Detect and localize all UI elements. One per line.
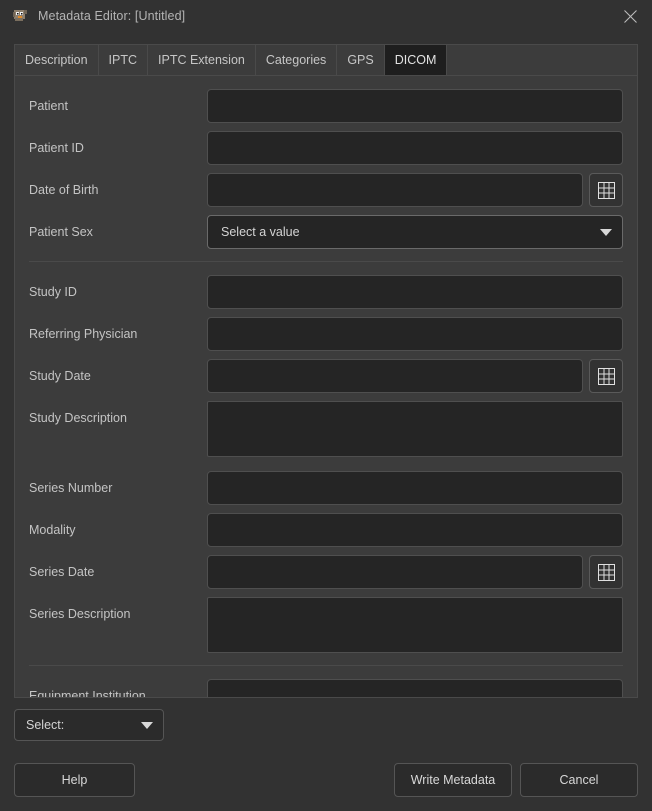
input-series-description[interactable] [207, 597, 623, 653]
field-row-modality: Modality [29, 513, 623, 547]
label-patient: Patient [29, 89, 207, 113]
dicom-panel: Patient Patient ID Date of Birth [14, 75, 638, 698]
chevron-down-icon-select [141, 722, 153, 729]
field-row-study-description: Study Description [29, 401, 623, 457]
field-row-patient: Patient [29, 89, 623, 123]
dropdown-patient-sex[interactable]: Select a value [207, 215, 623, 249]
input-patient-id[interactable] [207, 131, 623, 165]
control-referring-physician [207, 317, 623, 351]
field-row-date-of-birth: Date of Birth [29, 173, 623, 207]
label-series-number: Series Number [29, 471, 207, 495]
tab-bar[interactable]: Description IPTC IPTC Extension Categori… [14, 44, 638, 75]
calendar-icon-study-date[interactable] [589, 359, 623, 393]
label-series-description: Series Description [29, 597, 207, 621]
input-patient[interactable] [207, 89, 623, 123]
dropdown-select[interactable]: Select: [14, 709, 164, 741]
tab-dicom[interactable]: DICOM [385, 45, 448, 75]
write-metadata-button[interactable]: Write Metadata [394, 763, 512, 797]
group-separator-study [29, 665, 623, 666]
cancel-button[interactable]: Cancel [520, 763, 638, 797]
control-patient [207, 89, 623, 123]
input-modality[interactable] [207, 513, 623, 547]
control-study-description [207, 401, 623, 457]
label-referring-physician: Referring Physician [29, 317, 207, 341]
control-series-number [207, 471, 623, 505]
close-icon[interactable] [608, 0, 652, 32]
tab-description[interactable]: Description [15, 45, 99, 75]
label-date-of-birth: Date of Birth [29, 173, 207, 197]
control-date-of-birth [207, 173, 623, 207]
field-row-study-id: Study ID [29, 275, 623, 309]
calendar-icon-date-of-birth[interactable] [589, 173, 623, 207]
tab-iptc[interactable]: IPTC [99, 45, 148, 75]
input-date-of-birth[interactable] [207, 173, 583, 207]
label-modality: Modality [29, 513, 207, 537]
input-series-number[interactable] [207, 471, 623, 505]
input-study-date[interactable] [207, 359, 583, 393]
label-patient-id: Patient ID [29, 131, 207, 155]
field-row-equipment-institution: Equipment Institution [29, 679, 623, 698]
tab-filler [447, 45, 637, 75]
input-study-description[interactable] [207, 401, 623, 457]
wilber-icon [11, 7, 29, 25]
window-title: Metadata Editor: [Untitled] [38, 9, 185, 23]
input-equipment-institution[interactable] [207, 679, 623, 698]
input-series-date[interactable] [207, 555, 583, 589]
label-study-id: Study ID [29, 275, 207, 299]
label-equipment-institution: Equipment Institution [29, 679, 207, 698]
control-series-date [207, 555, 623, 589]
calendar-icon-series-date[interactable] [589, 555, 623, 589]
field-row-series-date: Series Date [29, 555, 623, 589]
tab-gps[interactable]: GPS [337, 45, 384, 75]
label-study-date: Study Date [29, 359, 207, 383]
control-modality [207, 513, 623, 547]
chevron-down-icon [600, 229, 612, 236]
field-row-patient-sex: Patient Sex Select a value [29, 215, 623, 249]
input-study-id[interactable] [207, 275, 623, 309]
control-study-date [207, 359, 623, 393]
field-row-patient-id: Patient ID [29, 131, 623, 165]
dialog-footer: Select: Help Write Metadata Cancel [0, 698, 652, 811]
help-button[interactable]: Help [14, 763, 135, 797]
control-patient-sex: Select a value [207, 215, 623, 249]
control-equipment-institution [207, 679, 623, 698]
dicom-form: Patient Patient ID Date of Birth [15, 76, 637, 698]
field-row-series-description: Series Description [29, 597, 623, 653]
label-patient-sex: Patient Sex [29, 215, 207, 239]
control-patient-id [207, 131, 623, 165]
label-study-description: Study Description [29, 401, 207, 425]
tab-categories[interactable]: Categories [256, 45, 337, 75]
group-separator-patient [29, 261, 623, 262]
field-row-study-date: Study Date [29, 359, 623, 393]
dropdown-select-value: Select: [26, 718, 141, 732]
title-bar: Metadata Editor: [Untitled] [0, 0, 652, 32]
control-study-id [207, 275, 623, 309]
input-referring-physician[interactable] [207, 317, 623, 351]
tab-iptc-extension[interactable]: IPTC Extension [148, 45, 256, 75]
metadata-editor-window: Metadata Editor: [Untitled] Description … [0, 0, 652, 811]
field-row-series-number: Series Number [29, 471, 623, 505]
control-series-description [207, 597, 623, 653]
dropdown-patient-sex-value: Select a value [221, 225, 600, 239]
field-row-referring-physician: Referring Physician [29, 317, 623, 351]
button-row: Help Write Metadata Cancel [14, 741, 638, 811]
select-row: Select: [14, 698, 638, 741]
label-series-date: Series Date [29, 555, 207, 579]
